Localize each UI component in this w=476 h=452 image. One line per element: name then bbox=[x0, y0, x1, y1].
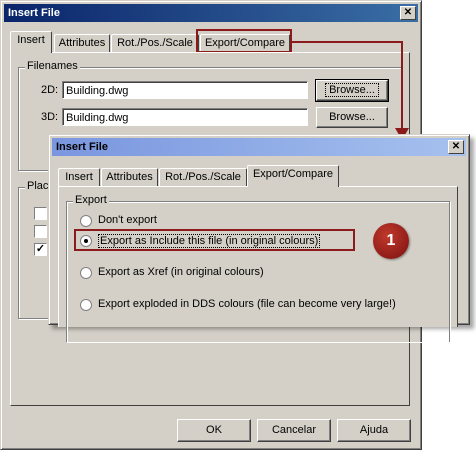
label-export-xref: Export as Xref (in original colours) bbox=[98, 266, 264, 278]
front-close-button[interactable]: ✕ bbox=[448, 140, 464, 154]
radio-dont-export[interactable] bbox=[80, 215, 92, 227]
radio-export-exploded[interactable] bbox=[80, 299, 92, 311]
export-group-label: Export bbox=[73, 194, 109, 206]
browse-2d-label: Browse... bbox=[325, 83, 379, 97]
label-2d: 2D: bbox=[41, 84, 59, 96]
label-dont-export: Don't export bbox=[98, 214, 157, 226]
fr-tab-insert-label: Insert bbox=[65, 171, 93, 183]
radio-export-xref[interactable] bbox=[80, 267, 92, 279]
ok-label: OK bbox=[206, 424, 222, 436]
label-export-include: Export as Include this file (in original… bbox=[98, 234, 321, 248]
cancel-button[interactable]: Cancelar bbox=[257, 419, 331, 442]
bg-tab-rot-pos-scale[interactable]: Rot./Pos./Scale bbox=[111, 34, 199, 53]
bg-tab-export-compare[interactable]: Export/Compare bbox=[200, 34, 290, 53]
bg-tab-attributes-label: Attributes bbox=[58, 37, 106, 49]
help-button[interactable]: Ajuda bbox=[337, 419, 411, 442]
placement-checkbox-2[interactable] bbox=[34, 225, 47, 238]
browse-2d-button[interactable]: Browse... bbox=[315, 79, 389, 102]
ok-button[interactable]: OK bbox=[177, 419, 251, 442]
help-label: Ajuda bbox=[359, 424, 389, 436]
front-dialog-title: Insert File bbox=[56, 141, 108, 153]
bg-tab-insert-label: Insert bbox=[17, 34, 45, 46]
bg-tab-insert[interactable]: Insert bbox=[10, 31, 52, 53]
filename-2d-field[interactable]: Building.dwg bbox=[62, 81, 308, 99]
fr-tab-rot-pos-scale[interactable]: Rot./Pos./Scale bbox=[159, 168, 247, 187]
fr-tab-rot-pos-scale-label: Rot./Pos./Scale bbox=[165, 171, 241, 183]
fr-tab-export-compare[interactable]: Export/Compare bbox=[247, 165, 339, 187]
cancel-label: Cancelar bbox=[271, 424, 317, 436]
filename-3d-field[interactable]: Building.dwg bbox=[62, 108, 308, 126]
label-export-exploded: Export exploded in DDS colours (file can… bbox=[98, 298, 396, 310]
placement-checkbox-1[interactable] bbox=[34, 207, 47, 220]
filenames-group-label: Filenames bbox=[25, 60, 80, 72]
browse-3d-label: Browse... bbox=[329, 111, 375, 123]
bg-tab-rot-pos-scale-label: Rot./Pos./Scale bbox=[117, 37, 193, 49]
bg-tab-attributes[interactable]: Attributes bbox=[54, 34, 110, 53]
fr-tab-attributes-label: Attributes bbox=[106, 171, 153, 183]
front-dialog: Insert File ✕ Insert Attributes Rot./Pos… bbox=[48, 134, 470, 342]
placement-group-label: Plac bbox=[25, 180, 51, 192]
background-title-bar[interactable]: Insert File ✕ bbox=[4, 4, 418, 22]
radio-export-include[interactable] bbox=[80, 235, 92, 247]
bg-tab-export-compare-label: Export/Compare bbox=[204, 37, 286, 49]
fr-tab-export-compare-label: Export/Compare bbox=[252, 168, 334, 180]
fr-tab-insert[interactable]: Insert bbox=[58, 168, 100, 187]
fr-tab-attributes[interactable]: Attributes bbox=[101, 168, 158, 187]
background-dialog-title: Insert File bbox=[8, 7, 60, 19]
placement-checkbox-3[interactable]: ✓ bbox=[34, 243, 47, 256]
radio-selected-dot bbox=[84, 239, 88, 243]
background-close-button[interactable]: ✕ bbox=[400, 6, 416, 20]
browse-3d-button[interactable]: Browse... bbox=[316, 107, 388, 128]
step-callout-badge: 1 bbox=[373, 223, 409, 259]
front-title-bar[interactable]: Insert File ✕ bbox=[52, 138, 466, 156]
label-3d: 3D: bbox=[41, 111, 59, 123]
